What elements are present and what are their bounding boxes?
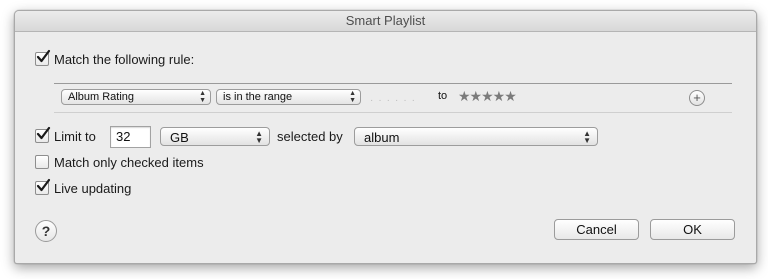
checkmark-icon (36, 49, 51, 63)
rule-operator-value: is in the range (223, 91, 293, 103)
limit-unit-popup[interactable]: GB ▲ ▼ (160, 127, 270, 146)
match-checked-label[interactable]: Match only checked items (54, 155, 204, 170)
limit-value-field[interactable]: 32 (110, 126, 151, 148)
match-rule-label[interactable]: Match the following rule: (54, 52, 194, 67)
window-title: Smart Playlist (15, 11, 756, 32)
live-updating-checkbox[interactable] (35, 178, 51, 195)
popup-arrows-icon: ▲ ▼ (199, 90, 206, 104)
checkmark-icon (36, 178, 51, 192)
help-button[interactable]: ? (35, 220, 57, 242)
match-rule-checkbox[interactable] (35, 49, 51, 66)
add-rule-button[interactable]: + (689, 90, 705, 106)
range-to-label: to (438, 90, 448, 102)
plus-circle-icon: + (693, 90, 701, 105)
selected-by-label: selected by (277, 129, 343, 144)
limit-unit-value: GB (170, 130, 189, 145)
popup-arrows-icon: ▲ ▼ (255, 129, 263, 145)
rating-start-dots[interactable]: ······ (370, 95, 420, 106)
live-updating-label[interactable]: Live updating (54, 181, 131, 196)
match-checked-checkbox[interactable] (35, 155, 49, 169)
smart-playlist-dialog: Smart Playlist Match the following rule:… (14, 10, 757, 264)
selected-by-popup[interactable]: album ▲ ▼ (354, 127, 598, 146)
checkmark-icon (36, 126, 51, 140)
cancel-button[interactable]: Cancel (554, 219, 639, 240)
ok-button[interactable]: OK (650, 219, 735, 240)
selected-by-value: album (364, 130, 400, 145)
help-icon: ? (41, 223, 51, 239)
popup-arrows-icon: ▲ ▼ (583, 129, 591, 145)
rule-operator-popup[interactable]: is in the range ▲ ▼ (216, 89, 361, 105)
limit-label[interactable]: Limit to (54, 129, 96, 144)
limit-checkbox[interactable] (35, 126, 51, 143)
popup-arrows-icon: ▲ ▼ (349, 90, 356, 104)
rating-end-stars[interactable]: ★★★★★ (458, 88, 517, 105)
rule-field-popup[interactable]: Album Rating ▲ ▼ (61, 89, 211, 105)
rule-field-value: Album Rating (68, 91, 135, 103)
